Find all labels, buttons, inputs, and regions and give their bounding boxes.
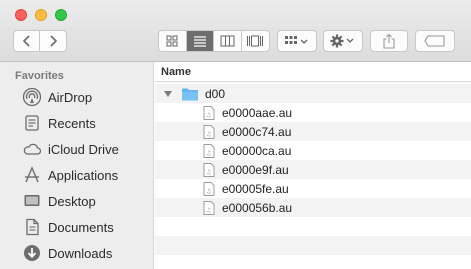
sidebar-item-label: Applications xyxy=(48,167,119,183)
audio-file-icon: ♫ xyxy=(203,105,215,120)
folder-icon xyxy=(182,88,198,100)
svg-text:♫: ♫ xyxy=(206,188,211,195)
downloads-icon xyxy=(22,243,42,263)
applications-icon xyxy=(22,165,42,185)
sidebar-item-documents[interactable]: Documents xyxy=(22,216,150,238)
zoom-window-button[interactable] xyxy=(55,9,67,21)
sidebar-item-desktop[interactable]: Desktop xyxy=(22,190,150,212)
folder-row[interactable]: d00 xyxy=(155,84,471,103)
chevron-right-icon xyxy=(50,35,58,47)
empty-row xyxy=(155,236,471,255)
file-row[interactable]: ♫ e0000e9f.au xyxy=(155,160,471,179)
audio-file-icon: ♫ xyxy=(203,200,215,215)
window-toolbar xyxy=(0,0,471,62)
file-list: Name d00 ♫ e0000aae.au ♫ e0000c74.au ♫ e… xyxy=(155,62,471,269)
airdrop-icon xyxy=(22,87,42,107)
empty-row xyxy=(155,255,471,269)
cloud-icon xyxy=(22,139,42,159)
file-name: e000056b.au xyxy=(222,200,293,215)
view-mode-control xyxy=(158,30,270,52)
documents-icon xyxy=(22,217,42,237)
svg-text:♫: ♫ xyxy=(206,150,211,157)
forward-button[interactable] xyxy=(40,31,66,51)
tag-icon xyxy=(424,35,445,47)
sidebar-item-label: Recents xyxy=(48,115,96,131)
file-name: e0000c74.au xyxy=(222,124,292,139)
sidebar-item-downloads[interactable]: Downloads xyxy=(22,242,150,264)
arrange-button[interactable] xyxy=(277,30,317,52)
audio-file-icon: ♫ xyxy=(203,162,215,177)
back-button[interactable] xyxy=(14,31,41,51)
column-header: Name xyxy=(155,62,471,82)
name-column-header[interactable]: Name xyxy=(161,66,191,78)
sidebar-item-recents[interactable]: Recents xyxy=(22,112,150,134)
empty-row xyxy=(155,217,471,236)
sidebar-item-airdrop[interactable]: AirDrop xyxy=(22,86,150,108)
column-view-icon xyxy=(220,35,235,47)
file-name: e00000ca.au xyxy=(222,143,292,158)
close-window-button[interactable] xyxy=(15,9,27,21)
icon-view-button[interactable] xyxy=(159,31,187,51)
svg-text:♫: ♫ xyxy=(206,131,211,138)
chevron-left-icon xyxy=(22,35,30,47)
gallery-view-button[interactable] xyxy=(242,31,269,51)
file-name: e00005fe.au xyxy=(222,181,289,196)
folder-name: d00 xyxy=(205,86,226,101)
sidebar-item-icloud-drive[interactable]: iCloud Drive xyxy=(22,138,150,160)
file-name: e0000aae.au xyxy=(222,105,293,120)
sidebar-item-applications[interactable]: Applications xyxy=(22,164,150,186)
sidebar-item-label: Downloads xyxy=(48,245,113,261)
sidebar: Favorites AirDrop Recents iCloud Drive A… xyxy=(0,62,154,269)
gallery-view-icon xyxy=(247,35,264,47)
share-icon xyxy=(383,33,395,49)
tag-button[interactable] xyxy=(415,30,455,52)
sidebar-item-label: Desktop xyxy=(48,193,96,209)
disclosure-triangle-icon[interactable] xyxy=(163,89,173,99)
file-row[interactable]: ♫ e00000ca.au xyxy=(155,141,471,160)
grid-arrange-icon xyxy=(285,36,308,44)
list-view-button[interactable] xyxy=(186,31,214,51)
audio-file-icon: ♫ xyxy=(203,143,215,158)
file-name: e0000e9f.au xyxy=(222,162,289,177)
desktop-icon xyxy=(22,191,42,211)
file-row[interactable]: ♫ e0000aae.au xyxy=(155,103,471,122)
back-forward-control xyxy=(13,30,67,52)
file-row[interactable]: ♫ e000056b.au xyxy=(155,198,471,217)
recents-icon xyxy=(22,113,42,133)
sidebar-item-label: iCloud Drive xyxy=(48,141,119,157)
minimize-window-button[interactable] xyxy=(35,9,47,21)
audio-file-icon: ♫ xyxy=(203,181,215,196)
file-row[interactable]: ♫ e00005fe.au xyxy=(155,179,471,198)
sidebar-item-label: AirDrop xyxy=(48,89,93,105)
svg-text:♫: ♫ xyxy=(206,207,211,214)
gear-icon xyxy=(330,34,354,48)
sidebar-heading-favorites: Favorites xyxy=(15,70,64,82)
action-button[interactable] xyxy=(323,30,363,52)
column-view-button[interactable] xyxy=(214,31,242,51)
sidebar-item-label: Documents xyxy=(48,219,114,235)
icon-view-icon xyxy=(166,35,178,47)
file-row[interactable]: ♫ e0000c74.au xyxy=(155,122,471,141)
svg-text:♫: ♫ xyxy=(206,112,211,119)
list-view-icon xyxy=(193,36,206,47)
audio-file-icon: ♫ xyxy=(203,124,215,139)
svg-text:♫: ♫ xyxy=(206,169,211,176)
share-button[interactable] xyxy=(370,30,408,52)
